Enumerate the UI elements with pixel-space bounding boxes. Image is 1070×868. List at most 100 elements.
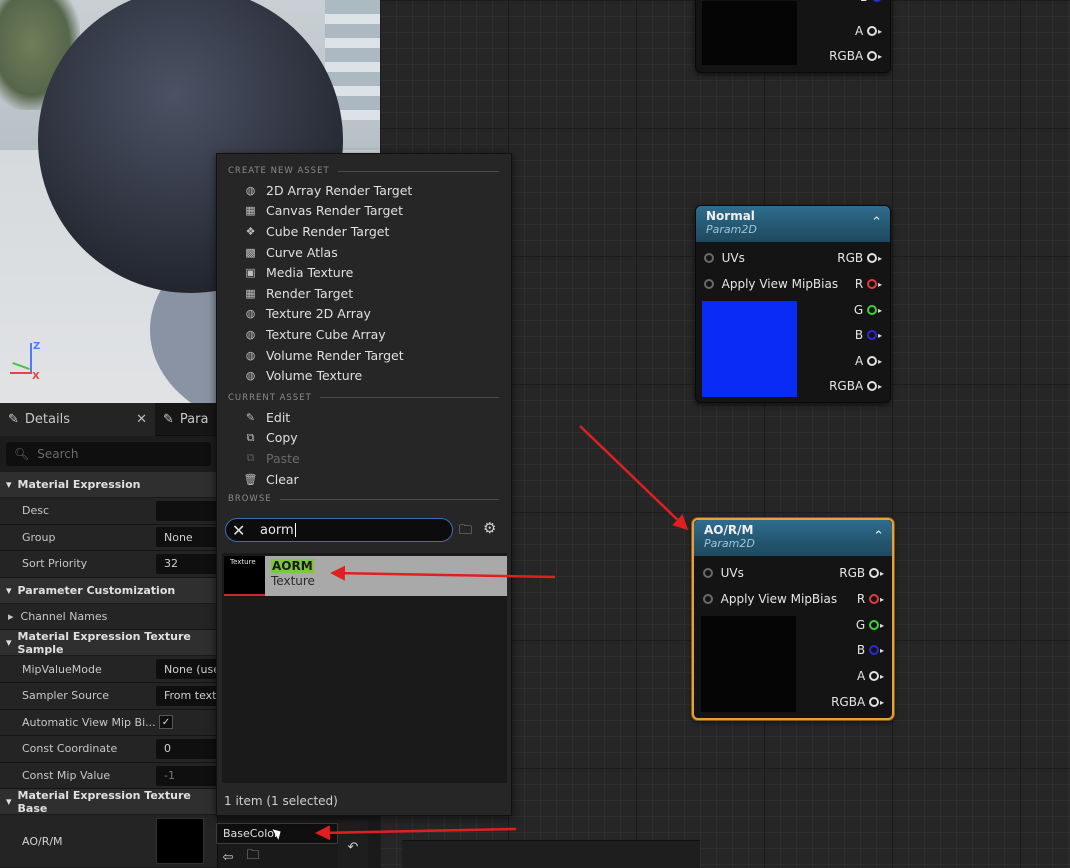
use-selected-icon[interactable]: ⇦ bbox=[219, 848, 237, 866]
menu-item-canvas-render-target[interactable]: ▦ Canvas Render Target bbox=[217, 201, 511, 222]
close-icon[interactable]: ✕ bbox=[136, 412, 147, 427]
pin-row-g[interactable]: G ▸ bbox=[854, 302, 882, 318]
pin-b[interactable] bbox=[868, 645, 879, 655]
collapse-icon[interactable]: ⌃ bbox=[871, 215, 882, 230]
pin-label-r: R bbox=[856, 592, 866, 606]
pin-row-mipbias[interactable]: Apply View MipBias bbox=[703, 591, 837, 607]
menu-item-paste[interactable]: ⧉ Paste bbox=[217, 448, 511, 469]
pin-r[interactable] bbox=[866, 279, 877, 289]
menu-item-edit[interactable]: ✎ Edit bbox=[217, 407, 511, 428]
menu-item-curve-atlas[interactable]: ▩ Curve Atlas bbox=[217, 242, 511, 263]
menu-item-label: Media Texture bbox=[266, 265, 354, 281]
category-parameter-customization[interactable]: ▾ Parameter Customization bbox=[0, 577, 217, 604]
pin-mipbias[interactable] bbox=[704, 279, 714, 289]
group-field[interactable]: None bbox=[156, 527, 217, 548]
menu-item-render-target[interactable]: ▦ Render Target bbox=[217, 283, 511, 304]
pin-row-rgba[interactable]: RGBA ▸ bbox=[831, 694, 884, 710]
browse-folder-icon[interactable]: 🗀 bbox=[244, 848, 262, 866]
pin-g[interactable] bbox=[866, 305, 877, 315]
pin-row-g[interactable]: G ▸ bbox=[856, 617, 884, 633]
node-aorm[interactable]: AO/R/M Param2D ⌃ UVs Apply View MipBias … bbox=[692, 518, 894, 720]
pin-rgba[interactable] bbox=[866, 381, 877, 391]
const-mip-value-field[interactable]: -1 bbox=[156, 765, 217, 786]
pin-a[interactable] bbox=[868, 671, 879, 681]
auto-view-mip-checkbox[interactable]: ✓ bbox=[159, 715, 173, 730]
reset-icon[interactable]: ↶ bbox=[344, 838, 362, 856]
pin-rgb[interactable] bbox=[868, 568, 879, 578]
sampler-source-select[interactable]: From textu bbox=[156, 685, 217, 706]
pin-rgb[interactable] bbox=[866, 253, 877, 263]
menu-item-copy[interactable]: ⧉ Copy bbox=[217, 428, 511, 449]
pin-row-uvs[interactable]: UVs bbox=[703, 565, 744, 581]
const-coordinate-field[interactable]: 0 bbox=[156, 738, 217, 759]
texture-thumbnail[interactable] bbox=[156, 818, 204, 865]
pin-row-b[interactable]: B bbox=[860, 0, 882, 5]
category-texture-base[interactable]: ▾ Material Expression Texture Base bbox=[0, 789, 217, 816]
pin-g[interactable] bbox=[868, 620, 879, 630]
menu-item-cube-render-target[interactable]: ❖ Cube Render Target bbox=[217, 221, 511, 242]
menu-item-label: Paste bbox=[266, 450, 300, 466]
pin-row-b[interactable]: B ▸ bbox=[855, 327, 882, 343]
node-normal[interactable]: Normal Param2D ⌃ UVs Apply View MipBias … bbox=[695, 205, 891, 403]
node-title: AO/R/M bbox=[704, 523, 754, 537]
menu-item-label: 2D Array Render Target bbox=[266, 182, 413, 198]
pin-row-a[interactable]: A ▸ bbox=[855, 353, 882, 369]
pin-row-r[interactable]: R ▸ bbox=[855, 276, 882, 292]
pin-uvs[interactable] bbox=[703, 568, 713, 578]
tab-parameters[interactable]: ✎ Para bbox=[155, 403, 216, 436]
prop-channel-names[interactable]: ▸ Channel Names bbox=[0, 603, 217, 631]
pin-uvs[interactable] bbox=[704, 253, 714, 263]
pin-row-b[interactable]: B ▸ bbox=[857, 642, 884, 658]
pin-a[interactable] bbox=[866, 356, 877, 366]
menu-item-texture-2d-array[interactable]: ◍ Texture 2D Array bbox=[217, 304, 511, 325]
pin-row-rgba[interactable]: RGBA ▸ bbox=[829, 378, 882, 394]
pin-arrow-icon: ▸ bbox=[877, 381, 882, 391]
node-subtitle: Param2D bbox=[704, 537, 755, 550]
asset-result-aorm[interactable]: Texture AORM Texture bbox=[224, 556, 507, 596]
menu-item-texture-cube-array[interactable]: ◍ Texture Cube Array bbox=[217, 324, 511, 345]
grid-icon: ▦ bbox=[245, 286, 256, 300]
desc-field[interactable] bbox=[156, 500, 217, 521]
axis-x-line bbox=[10, 372, 32, 374]
node-normal-header[interactable]: Normal Param2D ⌃ bbox=[696, 206, 890, 242]
pin-row-rgb[interactable]: RGB ▸ bbox=[837, 250, 882, 266]
search-placeholder: Search bbox=[37, 447, 79, 461]
tab-details[interactable]: ✎ Details ✕ bbox=[0, 402, 155, 436]
pin-mipbias[interactable] bbox=[703, 594, 713, 604]
category-texture-sample[interactable]: ▾ Material Expression Texture Sample bbox=[0, 630, 217, 657]
gear-icon[interactable]: ⚙ bbox=[483, 519, 501, 537]
menu-item-media-texture[interactable]: ▣ Media Texture bbox=[217, 262, 511, 283]
node-aorm-header[interactable]: AO/R/M Param2D ⌃ bbox=[694, 520, 892, 556]
pin-row-a[interactable]: A ▸ bbox=[855, 23, 882, 39]
pin-row-a[interactable]: A ▸ bbox=[857, 668, 884, 684]
pin-row-rgba[interactable]: RGBA ▸ bbox=[829, 48, 882, 64]
pin-r[interactable] bbox=[868, 594, 879, 604]
pin-b[interactable] bbox=[866, 330, 877, 340]
category-material-expression[interactable]: ▾ Material Expression bbox=[0, 472, 217, 498]
pin-row-uvs[interactable]: UVs bbox=[704, 250, 745, 266]
collapse-icon[interactable]: ⌃ bbox=[873, 529, 884, 544]
pin-arrow-icon: ▸ bbox=[877, 26, 882, 36]
pin-b[interactable] bbox=[872, 0, 882, 2]
pin-label-b: B bbox=[860, 0, 868, 4]
grid-icon: ▦ bbox=[245, 204, 256, 218]
prop-const-mip-value: Const Mip Value -1 bbox=[0, 762, 217, 790]
folder-icon[interactable]: 🗀 bbox=[459, 521, 477, 538]
axis-x-label: X bbox=[32, 371, 40, 382]
mip-value-mode-select[interactable]: None (use bbox=[156, 659, 217, 680]
pin-row-rgb[interactable]: RGB ▸ bbox=[839, 565, 884, 581]
sort-priority-field[interactable]: 32 bbox=[156, 553, 217, 574]
node-top-texture[interactable]: B A ▸ RGBA ▸ bbox=[695, 0, 891, 73]
menu-item-2d-array-render-target[interactable]: ◍ 2D Array Render Target bbox=[217, 180, 511, 201]
pin-rgba[interactable] bbox=[868, 697, 879, 707]
asset-search-input[interactable]: ✕ aorm bbox=[225, 518, 453, 542]
pin-row-r[interactable]: R ▸ bbox=[857, 591, 884, 607]
details-search-input[interactable]: 🔍︎ Search bbox=[6, 442, 211, 466]
menu-item-clear[interactable]: 🗑︎ Clear bbox=[217, 469, 511, 490]
pin-row-mipbias[interactable]: Apply View MipBias bbox=[704, 276, 838, 292]
pin-rgba[interactable] bbox=[866, 51, 877, 61]
menu-item-volume-render-target[interactable]: ◍ Volume Render Target bbox=[217, 345, 511, 366]
pin-a[interactable] bbox=[866, 26, 877, 36]
clear-search-icon[interactable]: ✕ bbox=[232, 521, 246, 540]
menu-item-volume-texture[interactable]: ◍ Volume Texture bbox=[217, 365, 511, 386]
